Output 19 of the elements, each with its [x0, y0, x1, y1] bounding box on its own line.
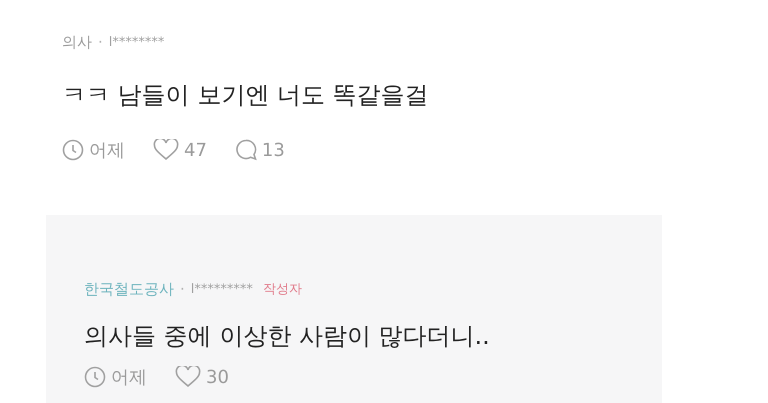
like-count: 30: [206, 366, 229, 388]
clock-icon: [84, 366, 106, 388]
company-name: 의사: [62, 32, 92, 52]
separator-dot: ·: [98, 33, 103, 51]
clock-icon: [62, 139, 84, 161]
separator-dot: ·: [180, 280, 185, 298]
user-name: l********: [108, 34, 164, 50]
comment-text: ㅋㅋ 남들이 보기엔 너도 똑같을걸: [62, 80, 430, 111]
user-name: l*********: [190, 282, 253, 296]
comment-icon[interactable]: [234, 139, 257, 161]
author-label: 작성자: [262, 281, 302, 298]
time-label: 어제: [89, 139, 125, 162]
comment-text: 의사들 중에 이상한 사람이 많다더니..: [84, 321, 491, 352]
heart-icon[interactable]: [175, 366, 201, 388]
company-name: 한국철도공사: [84, 280, 174, 298]
reply-count: 13: [262, 140, 285, 160]
like-count: 47: [184, 140, 207, 160]
heart-icon[interactable]: [153, 139, 179, 161]
time-label: 어제: [111, 366, 147, 389]
